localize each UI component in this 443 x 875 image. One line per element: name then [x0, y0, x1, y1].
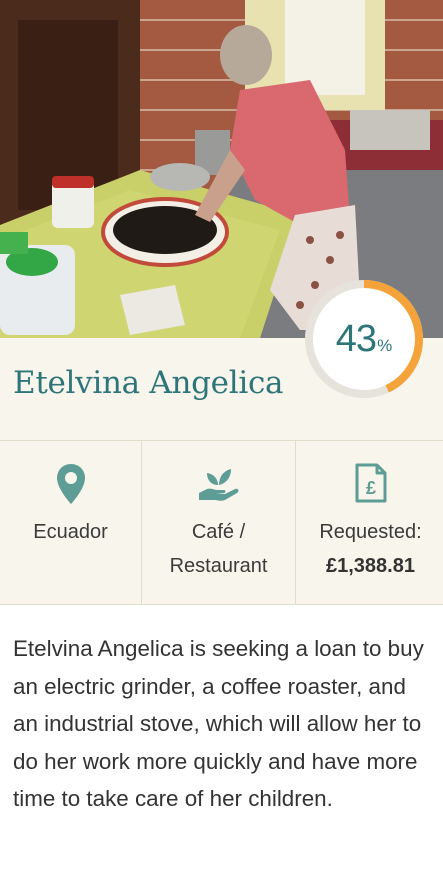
funded-percent-symbol: %: [377, 336, 393, 355]
funding-progress: 43 %: [303, 278, 425, 400]
stat-location: Ecuador: [0, 441, 141, 604]
borrower-name: Etelvina Angelica: [13, 365, 284, 401]
request-label-group: Requested: £1,388.81: [296, 515, 443, 583]
request-amount: £1,388.81: [326, 555, 415, 577]
request-label: Requested:: [319, 521, 422, 543]
pound-document-icon: £: [355, 463, 387, 508]
map-pin-icon: [56, 463, 86, 510]
sector-label: Café / Restaurant: [142, 515, 295, 583]
stat-request: £ Requested: £1,388.81: [295, 441, 443, 604]
sector-line-1: Café /: [191, 521, 246, 543]
sector-line-2: Restaurant: [169, 555, 268, 577]
hand-plant-icon: [197, 463, 241, 508]
location-label: Ecuador: [33, 521, 108, 543]
funded-percent: 43 %: [303, 278, 425, 400]
stat-sector: Café / Restaurant: [141, 441, 295, 604]
funded-percent-value: 43: [335, 317, 377, 360]
svg-text:£: £: [365, 478, 375, 498]
loan-description: Etelvina Angelica is seeking a loan to b…: [13, 636, 424, 811]
loan-stats: Ecuador Café / Restaurant £ Requested: £…: [0, 441, 443, 605]
